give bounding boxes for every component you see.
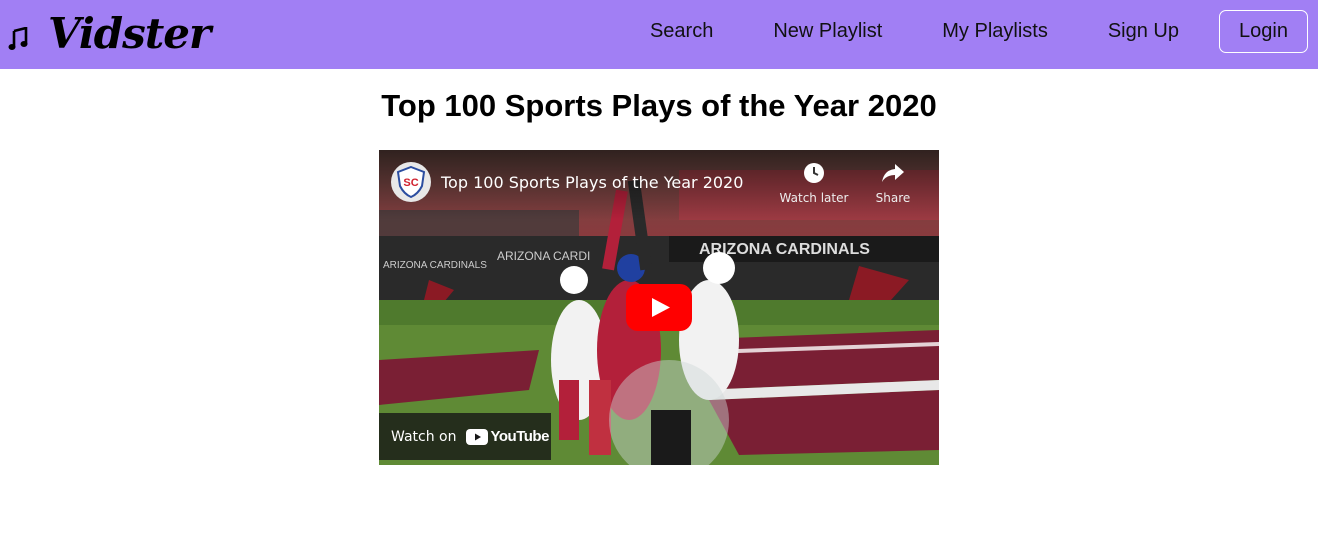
channel-avatar-icon[interactable]: SC — [391, 162, 431, 202]
nav-sign-up-link[interactable]: Sign Up — [1108, 20, 1179, 43]
login-button[interactable]: Login — [1219, 10, 1308, 53]
music-note-icon — [8, 27, 28, 50]
nav-my-playlists-link[interactable]: My Playlists — [942, 20, 1048, 43]
video-player[interactable]: ARIZONA CARDINALS ARIZONA CARDINALS ARIZ… — [379, 150, 939, 465]
share-label: Share — [875, 191, 911, 205]
nav-links: Search New Playlist My Playlists Sign Up… — [650, 9, 1308, 54]
youtube-logo-icon: YouTube — [466, 428, 549, 445]
watch-later-label: Watch later — [779, 191, 849, 205]
shield-logo: SC — [396, 166, 426, 198]
watch-later-button[interactable]: Watch later — [774, 162, 854, 205]
share-icon — [882, 164, 904, 182]
clock-icon — [804, 163, 824, 183]
brand-name: Vidster — [48, 9, 211, 58]
navbar: Vidster Search New Playlist My Playlists… — [0, 0, 1318, 69]
svg-text:SC: SC — [403, 177, 418, 189]
watch-on-youtube-button[interactable]: Watch on YouTube — [379, 413, 551, 460]
play-icon[interactable] — [626, 284, 692, 331]
share-button[interactable]: Share — [853, 162, 933, 205]
watch-on-label: Watch on — [391, 428, 457, 445]
wall-text-mid: ARIZONA CARDI — [497, 249, 590, 263]
video-title[interactable]: Top 100 Sports Plays of the Year 2020 — [441, 173, 743, 192]
youtube-play-mark — [466, 428, 489, 445]
page-title: Top 100 Sports Plays of the Year 2020 — [381, 88, 937, 123]
youtube-wordmark: YouTube — [490, 428, 549, 445]
nav-new-playlist-link[interactable]: New Playlist — [773, 20, 882, 43]
brand-link[interactable]: Vidster — [8, 6, 211, 62]
wall-text-left: ARIZONA CARDINALS — [383, 260, 487, 271]
nav-search-link[interactable]: Search — [650, 20, 713, 43]
